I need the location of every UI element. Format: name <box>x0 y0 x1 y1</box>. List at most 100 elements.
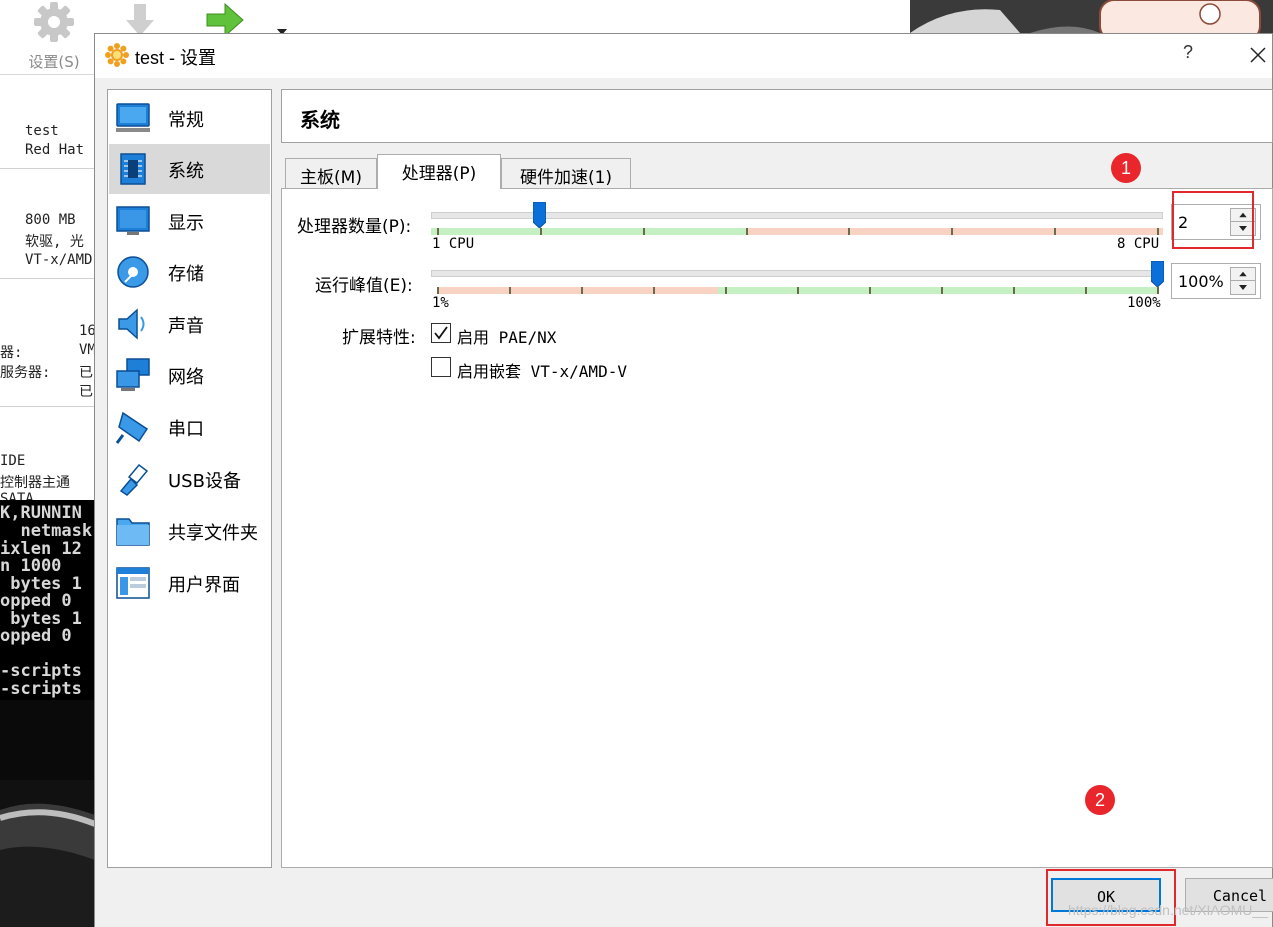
pae-nx-checkbox[interactable] <box>431 323 451 343</box>
cap-max-label: 100% <box>1127 295 1161 311</box>
section-header: 系统 <box>281 89 1273 143</box>
sidebar-item-label: 声音 <box>168 316 204 337</box>
detail-accel: VT-x/AMD <box>25 252 93 268</box>
audio-icon <box>118 308 145 340</box>
execution-cap-spinbox[interactable]: 100% <box>1171 263 1261 299</box>
cpu-slider-tick <box>951 228 954 235</box>
cap-slider-tick <box>869 287 871 294</box>
detail-server-label: 服务器: <box>0 365 51 381</box>
sidebar-item-label: 用户界面 <box>168 575 240 596</box>
nested-vtx-label[interactable]: 启用嵌套 VT-x/AMD-V <box>457 358 627 382</box>
cap-slider-tick <box>437 287 439 294</box>
detail-divider <box>0 278 95 279</box>
sidebar-item-usb[interactable]: USB设备 <box>109 454 270 504</box>
detail-video: 16 <box>79 323 95 339</box>
settings-toolbar-button[interactable]: 设置(S) <box>24 0 84 72</box>
pae-nx-label[interactable]: 启用 PAE/NX <box>457 324 556 348</box>
detail-server-value: 已 <box>79 365 93 381</box>
console-line: n 1000 <box>0 556 62 576</box>
background-photo-art <box>910 0 1273 33</box>
cap-slider-good-zone <box>717 287 1157 294</box>
storage-icon <box>117 256 149 288</box>
cpu-slider-tick <box>1157 228 1159 235</box>
cpu-slider-tick <box>539 228 542 235</box>
console-line: -scripts <box>0 679 82 699</box>
cap-slider-tick <box>1157 287 1159 294</box>
cap-slider-tick <box>509 287 511 294</box>
nested-vtx-checkbox[interactable] <box>431 357 451 377</box>
console-line: opped 0 <box>0 591 72 611</box>
shared-folder-icon <box>116 518 150 546</box>
detail-ide: IDE <box>0 453 26 469</box>
detail-memory: 800 MB <box>25 212 76 228</box>
cap-slider-tick <box>1013 287 1015 294</box>
blog-watermark: https://blog.csdn.net/XIAOMU__ <box>1068 902 1268 918</box>
console-line: K,RUNNIN <box>0 503 82 523</box>
sidebar-item-shared-folders[interactable]: 共享文件夹 <box>109 506 270 556</box>
cpu-max-label: 8 CPU <box>1117 236 1160 252</box>
detail-os: Red Hat <box>25 142 85 158</box>
spin-down-icon[interactable] <box>1231 281 1255 294</box>
check-icon <box>434 326 448 340</box>
detail-divider <box>0 168 95 169</box>
tab-processor[interactable]: 处理器(P) <box>377 154 501 189</box>
detail-ctrl-label: 器: <box>0 345 23 361</box>
detail-ctrl-value: VM <box>79 342 95 358</box>
cpu-slider-tick <box>642 228 645 235</box>
detail-name: test <box>25 123 59 139</box>
detail-divider <box>0 406 95 407</box>
sidebar-item-user-interface[interactable]: 用户界面 <box>109 558 270 608</box>
cpu-slider-overcommit-zone <box>745 228 1163 235</box>
tab-motherboard[interactable]: 主板(M) <box>285 158 377 188</box>
spin-up-icon[interactable] <box>1231 268 1255 281</box>
sidebar-item-storage[interactable]: 存储 <box>109 247 270 297</box>
cap-slider-tick <box>941 287 943 294</box>
cap-slider-tick <box>725 287 727 294</box>
sidebar-item-network[interactable]: 网络 <box>109 350 270 400</box>
cpu-slider-tick <box>1054 228 1057 235</box>
console-line: -scripts <box>0 661 82 681</box>
settings-dialog: test - 设置 ? 常规 系统 显示 存储 声音 网络 串口 USB设备 共… <box>94 33 1273 927</box>
dialog-titlebar: test - 设置 ? <box>95 34 1272 78</box>
sidebar-item-label: 网络 <box>168 367 204 388</box>
general-icon <box>116 103 150 132</box>
cap-slider-tick <box>653 287 655 294</box>
close-icon[interactable] <box>1245 42 1271 68</box>
sidebar-item-audio[interactable]: 声音 <box>109 299 270 349</box>
cpu-slider-tick <box>745 228 748 235</box>
execution-cap-value: 100% <box>1178 272 1224 291</box>
detail-controller: 控制器主通 <box>0 475 70 491</box>
user-interface-icon <box>116 567 150 599</box>
execution-cap-stepper[interactable] <box>1230 267 1256 295</box>
sidebar-item-label: 系统 <box>168 161 204 182</box>
machine-details-panel: test Red Hat 800 MB 软驱, 光 VT-x/AMD 16 器:… <box>0 76 95 501</box>
display-icon <box>116 206 150 235</box>
settings-sidebar: 常规 系统 显示 存储 声音 网络 串口 USB设备 共享文件夹 用户界面 <box>107 89 272 868</box>
sidebar-item-general[interactable]: 常规 <box>109 93 270 143</box>
background-photo-top <box>910 0 1273 33</box>
cpu-slider-tick <box>437 228 439 235</box>
cpu-slider-tick <box>848 228 851 235</box>
sidebar-item-label: 串口 <box>168 419 204 440</box>
cpu-count-slider-handle[interactable] <box>533 202 547 228</box>
sidebar-item-serial-port[interactable]: 串口 <box>109 402 270 452</box>
execution-cap-slider-handle[interactable] <box>1150 261 1164 287</box>
cpu-slider-optimal-zone <box>431 228 746 235</box>
sidebar-item-system[interactable]: 系统 <box>109 144 270 194</box>
execution-cap-slider-track[interactable] <box>431 270 1163 277</box>
help-button[interactable]: ? <box>1177 42 1199 68</box>
background-photo-art <box>0 700 95 927</box>
sidebar-item-label: 共享文件夹 <box>168 523 258 544</box>
cap-slider-low-zone <box>437 287 718 294</box>
tab-acceleration[interactable]: 硬件加速(1) <box>501 158 631 188</box>
detail-boot: 软驱, 光 <box>25 234 84 250</box>
section-title: 系统 <box>300 108 340 132</box>
sidebar-item-display[interactable]: 显示 <box>109 196 270 246</box>
console-line: opped 0 <box>0 626 82 646</box>
network-icon <box>116 358 150 391</box>
extended-features-label: 扩展特性: <box>342 328 416 348</box>
detail-server-value: 已 <box>79 384 93 400</box>
settings-toolbar-label: 设置(S) <box>28 53 80 71</box>
cap-slider-tick <box>797 287 799 294</box>
serial-port-icon <box>115 411 149 444</box>
